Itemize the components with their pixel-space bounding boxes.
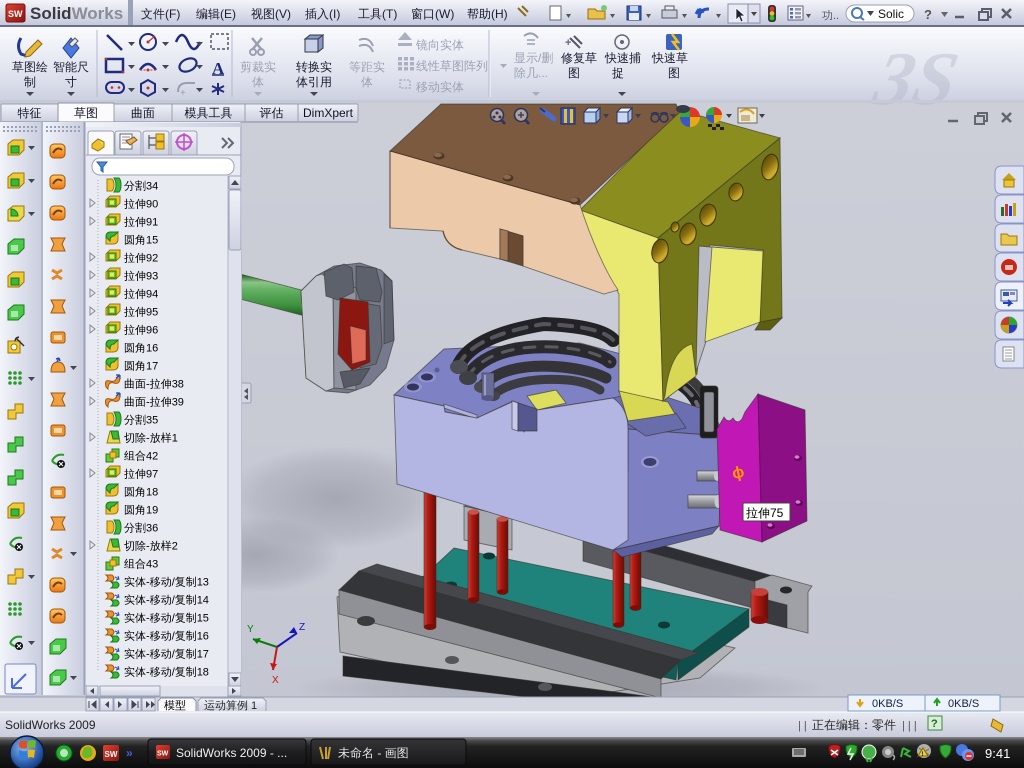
svg-text:(T): (T)	[382, 7, 397, 21]
svg-text:-: -	[146, 631, 150, 643]
svg-text:-: -	[146, 595, 150, 607]
svg-text:34: 34	[146, 181, 158, 193]
svg-text:16: 16	[197, 631, 209, 643]
svg-text:95: 95	[146, 307, 158, 319]
svg-text:15: 15	[146, 235, 158, 247]
svg-text:X: X	[272, 675, 279, 686]
svg-text:(I): (I)	[329, 7, 340, 21]
svg-text:-: -	[146, 397, 150, 409]
svg-text:2: 2	[172, 541, 178, 553]
svg-text:SW: SW	[105, 750, 118, 759]
svg-text:-: -	[146, 613, 150, 625]
svg-text:0KB/S: 0KB/S	[948, 698, 979, 710]
svg-text:SW: SW	[157, 751, 169, 758]
svg-text:(W): (W)	[435, 7, 454, 21]
svg-text:(V): (V)	[275, 7, 291, 21]
svg-text:-: -	[146, 433, 150, 445]
svg-text:93: 93	[146, 271, 158, 283]
svg-text:43: 43	[146, 559, 158, 571]
svg-text:92: 92	[146, 253, 158, 265]
svg-text:SW: SW	[8, 9, 23, 19]
svg-text:!: !	[922, 752, 924, 758]
svg-text:SolidWorks 2009 - ...: SolidWorks 2009 - ...	[176, 746, 287, 760]
svg-text:14: 14	[197, 595, 209, 607]
svg-text:96: 96	[146, 325, 158, 337]
svg-text:SolidWorks: SolidWorks	[30, 4, 123, 23]
svg-text:..: ..	[833, 10, 839, 22]
svg-text:-: -	[146, 649, 150, 661]
svg-text:| |: | |	[798, 720, 807, 732]
svg-text:39: 39	[172, 397, 184, 409]
svg-text:9:41: 9:41	[985, 746, 1010, 761]
svg-text:15: 15	[197, 613, 209, 625]
svg-text:-: -	[146, 379, 150, 391]
svg-text:97: 97	[146, 469, 158, 481]
svg-text:+: +	[565, 37, 571, 49]
svg-text:-: -	[146, 667, 150, 679]
svg-text:91: 91	[146, 217, 158, 229]
svg-text:Z: Z	[299, 622, 305, 633]
svg-text:Solic: Solic	[878, 7, 904, 21]
svg-text:75: 75	[770, 506, 784, 520]
svg-text:»: »	[126, 746, 133, 760]
svg-text:1: 1	[172, 433, 178, 445]
svg-text:...: ...	[538, 66, 548, 80]
svg-text:94: 94	[146, 289, 158, 301]
svg-text:35: 35	[146, 415, 158, 427]
svg-text:(F): (F)	[165, 7, 180, 21]
svg-text:42: 42	[146, 451, 158, 463]
svg-text:0KB/S: 0KB/S	[872, 698, 903, 710]
svg-text:36: 36	[146, 523, 158, 535]
svg-text:18: 18	[197, 667, 209, 679]
svg-text:SolidWorks 2009: SolidWorks 2009	[5, 718, 96, 732]
svg-text:17: 17	[146, 361, 158, 373]
svg-text:13: 13	[197, 577, 209, 589]
svg-text:(H): (H)	[491, 7, 508, 21]
svg-text:90: 90	[146, 199, 158, 211]
svg-text:1: 1	[248, 700, 257, 712]
svg-text:| | |: | | |	[902, 720, 917, 732]
svg-text:?: ?	[931, 718, 938, 730]
svg-text:-: -	[146, 541, 150, 553]
svg-text:19: 19	[146, 505, 158, 517]
svg-text:18: 18	[146, 487, 158, 499]
svg-text:17: 17	[197, 649, 209, 661]
svg-text:(E): (E)	[220, 7, 236, 21]
svg-text:38: 38	[172, 379, 184, 391]
svg-text:DimXpert: DimXpert	[303, 106, 354, 120]
svg-text:-: -	[146, 577, 150, 589]
svg-text:-: -	[374, 746, 385, 760]
svg-text:?: ?	[924, 7, 932, 22]
svg-text:Y: Y	[247, 624, 254, 635]
svg-text:16: 16	[146, 343, 158, 355]
svg-text:+: +	[180, 88, 186, 99]
